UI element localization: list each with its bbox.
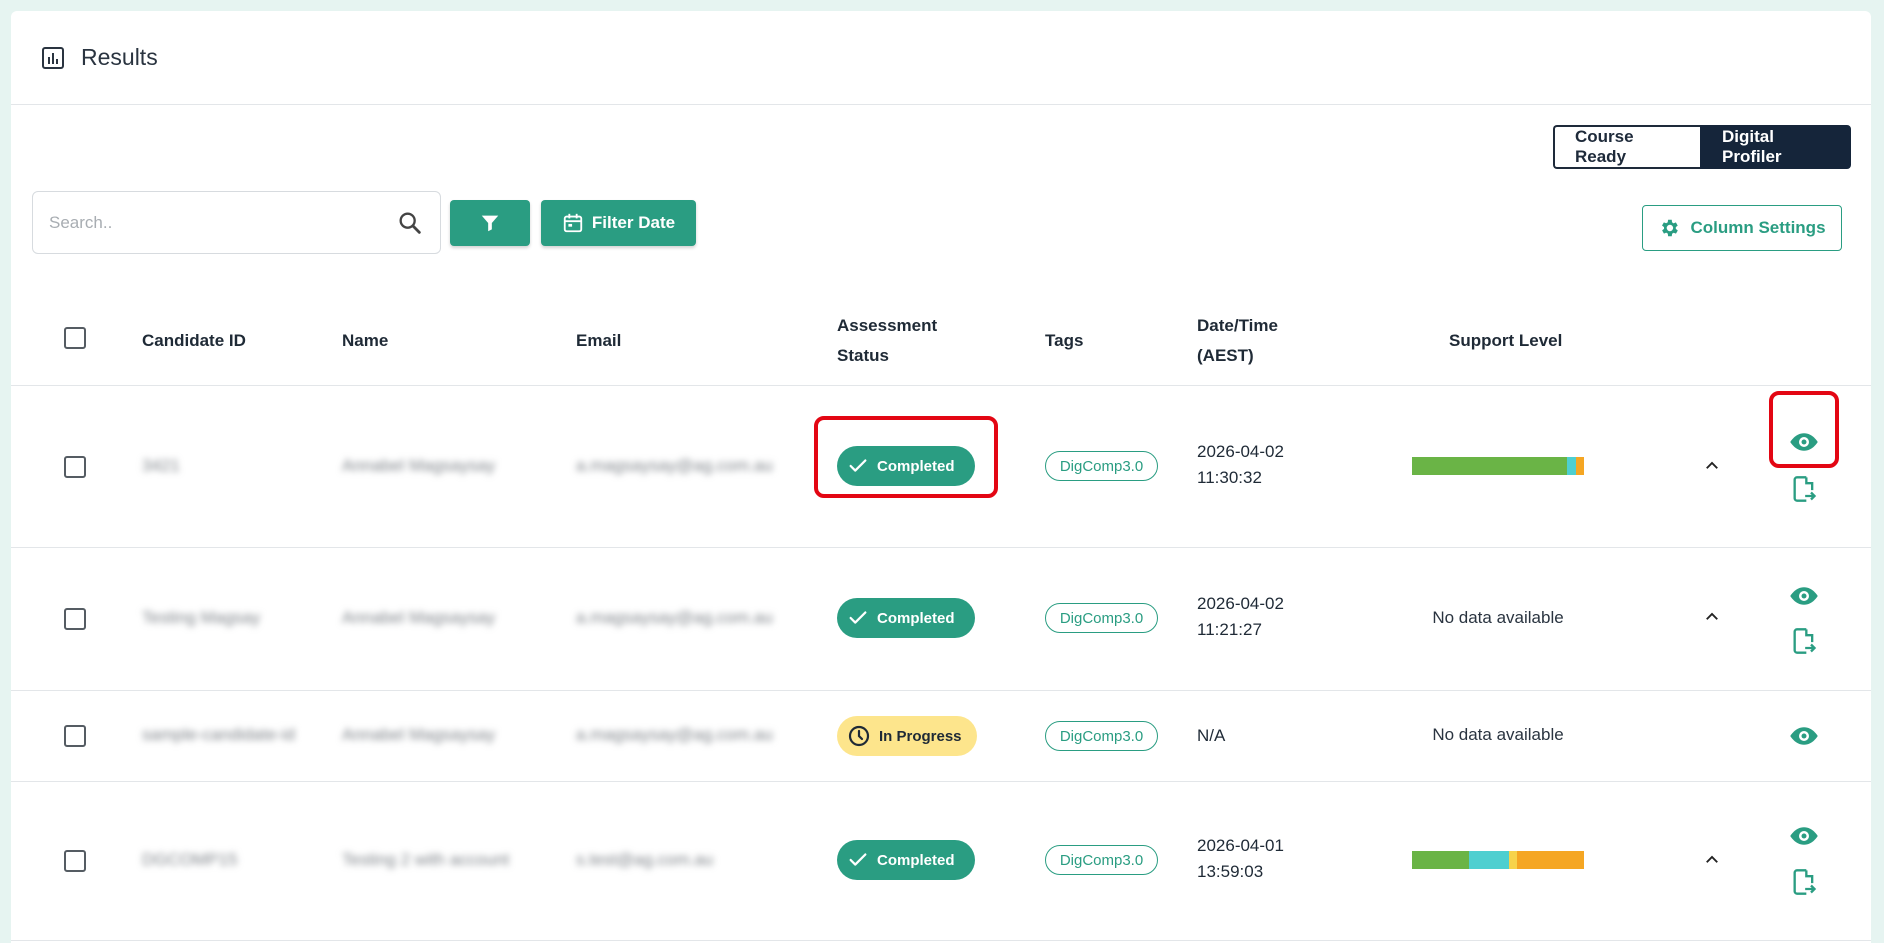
- page-title: Results: [81, 44, 158, 70]
- datetime-cell: N/A: [1197, 723, 1225, 749]
- table-header: Candidate ID Name Email Assessment Statu…: [11, 296, 1871, 386]
- filter-button[interactable]: [450, 200, 530, 246]
- support-level-empty: No data available: [1432, 608, 1564, 627]
- search-icon[interactable]: [396, 209, 424, 237]
- header-tags[interactable]: Tags: [1045, 326, 1083, 356]
- export-file-icon[interactable]: [1790, 475, 1818, 503]
- support-level-empty: No data available: [1432, 725, 1564, 744]
- row-checkbox[interactable]: [64, 850, 86, 872]
- filter-icon: [479, 212, 501, 234]
- clock-icon: [847, 724, 871, 748]
- column-settings-label: Column Settings: [1690, 218, 1826, 237]
- support-bar-segment: [1567, 457, 1576, 475]
- chevron-up-icon[interactable]: [1703, 851, 1721, 869]
- candidate-email: a.magsaysay@ag.com.au: [576, 725, 773, 744]
- gear-icon: [1658, 217, 1680, 239]
- tag-chip: DigComp3.0: [1045, 845, 1158, 875]
- header-email[interactable]: Email: [576, 326, 621, 356]
- candidate-id: Testing Magsay: [142, 608, 261, 627]
- header-datetime[interactable]: Date/Time (AEST): [1197, 311, 1278, 371]
- row-checkbox[interactable]: [64, 608, 86, 630]
- filter-date-button[interactable]: Filter Date: [541, 200, 696, 246]
- search-input[interactable]: [49, 212, 396, 233]
- status-badge: Completed: [837, 598, 975, 638]
- date-text: 2026-04-02: [1197, 594, 1284, 613]
- support-level-bar: [1412, 851, 1584, 869]
- candidate-id: 3421: [142, 456, 180, 475]
- course-ready-toggle[interactable]: Course Ready: [1553, 125, 1700, 169]
- candidate-id: DGCOMP15: [142, 850, 238, 869]
- support-bar-segment: [1576, 457, 1584, 475]
- candidate-email: a.magsaysay@ag.com.au: [576, 608, 773, 627]
- chevron-up-icon[interactable]: [1703, 608, 1721, 626]
- header-datetime-line2: (AEST): [1197, 346, 1254, 365]
- chevron-up-icon[interactable]: [1703, 457, 1721, 475]
- profile-toggle: Course Ready Digital Profiler: [1553, 125, 1851, 169]
- status-label: Completed: [877, 609, 955, 627]
- support-level-bar: [1412, 457, 1584, 475]
- time-text: 11:30:32: [1197, 468, 1262, 487]
- datetime-cell: 2026-04-01 13:59:03: [1197, 833, 1284, 885]
- date-text: 2026-04-01: [1197, 836, 1284, 855]
- search-box: [32, 191, 441, 254]
- support-bar-segment: [1412, 457, 1567, 475]
- datetime-cell: 2026-04-02 11:30:32: [1197, 439, 1284, 491]
- calendar-icon: [562, 212, 584, 234]
- panel-header: Results: [11, 11, 1871, 105]
- bar-chart-icon: [41, 46, 65, 70]
- candidate-email: a.magsaysay@ag.com.au: [576, 456, 773, 475]
- time-text: 11:21:27: [1197, 620, 1262, 639]
- table-row: sample-candidate-id Annabel Magsaysay a.…: [11, 691, 1871, 782]
- row-checkbox[interactable]: [64, 456, 86, 478]
- export-file-icon[interactable]: [1790, 868, 1818, 896]
- candidate-name: Annabel Magsaysay: [342, 456, 496, 475]
- header-status-line1: Assessment: [837, 316, 938, 335]
- support-bar-segment: [1517, 851, 1584, 869]
- filter-date-label: Filter Date: [591, 213, 676, 232]
- time-text: 13:59:03: [1197, 862, 1264, 881]
- check-icon: [847, 849, 869, 871]
- header-support-level[interactable]: Support Level: [1449, 326, 1562, 356]
- eye-icon[interactable]: [1789, 581, 1819, 611]
- eye-icon[interactable]: [1789, 721, 1819, 751]
- tag-chip: DigComp3.0: [1045, 721, 1158, 751]
- export-file-icon[interactable]: [1790, 627, 1818, 655]
- date-text: 2026-04-02: [1197, 442, 1284, 461]
- results-panel: Results Course Ready Digital Profiler Fi…: [11, 11, 1871, 943]
- status-label: In Progress: [879, 727, 962, 745]
- column-settings-button[interactable]: Column Settings: [1642, 205, 1842, 251]
- tag-chip: DigComp3.0: [1045, 603, 1158, 633]
- header-datetime-line1: Date/Time: [1197, 316, 1278, 335]
- digital-profiler-toggle[interactable]: Digital Profiler: [1700, 125, 1851, 169]
- select-all-checkbox[interactable]: [64, 327, 86, 349]
- date-text: N/A: [1197, 726, 1226, 745]
- eye-icon[interactable]: [1789, 821, 1819, 851]
- check-icon: [847, 607, 869, 629]
- support-bar-segment: [1469, 851, 1509, 869]
- candidate-name: Annabel Magsaysay: [342, 608, 496, 627]
- header-status-line2: Status: [837, 346, 889, 365]
- candidate-id: sample-candidate-id: [142, 725, 296, 744]
- view-highlight-box: [1769, 391, 1839, 468]
- status-badge: In Progress: [837, 716, 977, 756]
- support-bar-segment: [1412, 851, 1469, 869]
- status-label: Completed: [877, 851, 955, 869]
- status-highlight-box: [814, 416, 998, 498]
- table-row: DGCOMP15 Testing 2 with account s.test@a…: [11, 782, 1871, 941]
- candidate-name: Testing 2 with account: [342, 850, 510, 869]
- candidate-name: Annabel Magsaysay: [342, 725, 496, 744]
- header-assessment-status[interactable]: Assessment Status: [837, 311, 937, 371]
- datetime-cell: 2026-04-02 11:21:27: [1197, 591, 1284, 643]
- row-checkbox[interactable]: [64, 725, 86, 747]
- status-badge: Completed: [837, 840, 975, 880]
- table-row: Testing Magsay Annabel Magsaysay a.magsa…: [11, 548, 1871, 691]
- header-name[interactable]: Name: [342, 326, 388, 356]
- tag-chip: DigComp3.0: [1045, 451, 1158, 481]
- header-candidate-id[interactable]: Candidate ID: [142, 326, 246, 356]
- candidate-email: s.test@ag.com.au: [576, 850, 714, 869]
- support-bar-segment: [1509, 851, 1517, 869]
